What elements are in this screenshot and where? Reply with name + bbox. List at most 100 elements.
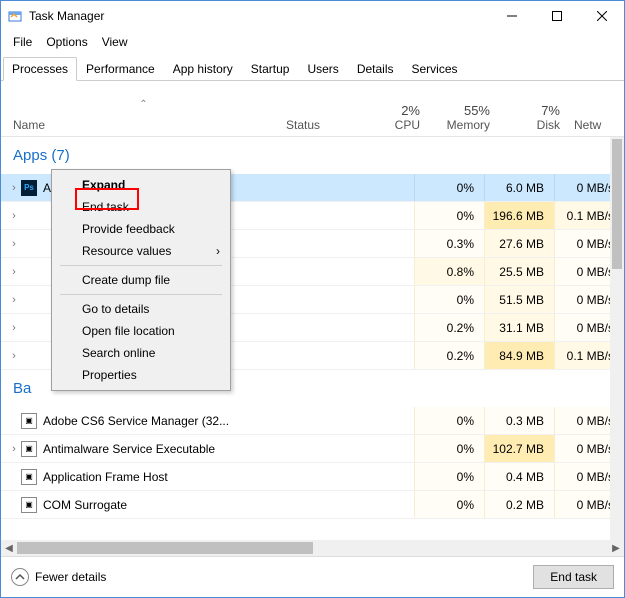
ctx-search-online[interactable]: Search online — [52, 342, 230, 364]
cell-mem: 84.9 MB — [484, 342, 554, 369]
column-headers: ⌃ Name Status 2%CPU 55%Memory 7%Disk Net… — [1, 81, 624, 137]
hscroll-thumb[interactable] — [17, 542, 313, 554]
end-task-button[interactable]: End task — [533, 565, 614, 589]
process-icon: ▣ — [21, 441, 37, 457]
process-icon: ▣ — [21, 469, 37, 485]
col-name[interactable]: ⌃ Name — [7, 95, 280, 136]
tab-users[interactable]: Users — [298, 57, 347, 80]
disk-label: Disk — [537, 118, 560, 132]
col-status[interactable]: Status — [280, 114, 360, 136]
process-name: Adobe CS6 Service Manager (32... — [43, 414, 414, 428]
cell-mem: 0.3 MB — [484, 407, 554, 434]
expand-chevron-icon[interactable]: › — [7, 443, 21, 455]
tab-processes[interactable]: Processes — [3, 57, 77, 81]
tab-startup[interactable]: Startup — [242, 57, 299, 80]
col-network[interactable]: Netw — [570, 114, 610, 136]
process-row[interactable]: ▣ Adobe CS6 Service Manager (32...0%0.3 M… — [1, 407, 624, 435]
cell-cpu: 0% — [414, 463, 484, 490]
cell-cpu: 0% — [414, 407, 484, 434]
maximize-button[interactable] — [534, 1, 579, 31]
cell-cpu: 0.2% — [414, 342, 484, 369]
footer: Fewer details End task — [1, 556, 624, 597]
menu-view[interactable]: View — [96, 33, 134, 51]
cell-cpu: 0% — [414, 202, 484, 229]
cell-mem: 27.6 MB — [484, 230, 554, 257]
cell-cpu: 0.8% — [414, 258, 484, 285]
cell-mem: 51.5 MB — [484, 286, 554, 313]
ctx-open-file-location[interactable]: Open file location — [52, 320, 230, 342]
ctx-end-task[interactable]: End task — [52, 196, 230, 218]
cell-mem: 0.4 MB — [484, 463, 554, 490]
minimize-button[interactable] — [489, 1, 534, 31]
process-row[interactable]: ▣Application Frame Host0%0.4 MB0 MB/s — [1, 463, 624, 491]
col-name-label: Name — [13, 118, 45, 132]
expand-chevron-icon[interactable]: › — [7, 294, 21, 306]
col-cpu[interactable]: 2%CPU — [360, 99, 430, 136]
process-row[interactable]: ›▣ Antimalware Service Executable0%102.7 … — [1, 435, 624, 463]
process-name: COM Surrogate — [43, 498, 414, 512]
cpu-label: CPU — [395, 118, 420, 132]
fewer-details-button[interactable]: Fewer details — [11, 568, 106, 586]
menu-file[interactable]: File — [7, 33, 38, 51]
cell-cpu: 0% — [414, 435, 484, 462]
scrollbar-thumb[interactable] — [612, 139, 622, 269]
cell-mem: 0.2 MB — [484, 491, 554, 518]
process-icon: ▣ — [21, 497, 37, 513]
titlebar: Task Manager — [1, 1, 624, 31]
cell-cpu: 0.3% — [414, 230, 484, 257]
tab-performance[interactable]: Performance — [77, 57, 164, 80]
process-row[interactable]: ▣COM Surrogate0%0.2 MB0 MB/s — [1, 491, 624, 519]
ctx-feedback[interactable]: Provide feedback — [52, 218, 230, 240]
cell-cpu: 0% — [414, 174, 484, 201]
tab-app-history[interactable]: App history — [164, 57, 242, 80]
process-icon: Ps — [21, 180, 37, 196]
menu-bar: File Options View — [1, 31, 624, 53]
expand-chevron-icon[interactable]: › — [7, 350, 21, 362]
ctx-separator — [60, 294, 222, 295]
vertical-scrollbar[interactable] — [610, 137, 624, 540]
cpu-pct: 2% — [364, 103, 420, 118]
ctx-create-dump[interactable]: Create dump file — [52, 269, 230, 291]
cell-mem: 102.7 MB — [484, 435, 554, 462]
menu-options[interactable]: Options — [40, 33, 93, 51]
process-icon: ▣ — [21, 413, 37, 429]
window-title: Task Manager — [29, 9, 489, 23]
task-manager-window: Task Manager File Options View Processes… — [0, 0, 625, 598]
ctx-separator — [60, 265, 222, 266]
expand-chevron-icon[interactable]: › — [7, 210, 21, 222]
fewer-details-label: Fewer details — [35, 570, 106, 584]
app-icon — [7, 8, 23, 24]
chevron-up-circle-icon — [11, 568, 29, 586]
ctx-properties[interactable]: Properties — [52, 364, 230, 386]
sort-chevron-icon: ⌃ — [13, 99, 274, 110]
mem-label: Memory — [447, 118, 490, 132]
expand-chevron-icon[interactable]: › — [7, 266, 21, 278]
context-menu: Expand End task Provide feedback Resourc… — [51, 169, 231, 391]
ctx-go-to-details[interactable]: Go to details — [52, 298, 230, 320]
col-memory[interactable]: 55%Memory — [430, 99, 500, 136]
col-disk[interactable]: 7%Disk — [500, 99, 570, 136]
process-name: Application Frame Host — [43, 470, 414, 484]
content-area: ⌃ Name Status 2%CPU 55%Memory 7%Disk Net… — [1, 81, 624, 556]
cell-cpu: 0% — [414, 491, 484, 518]
expand-chevron-icon[interactable]: › — [7, 322, 21, 334]
tab-details[interactable]: Details — [348, 57, 403, 80]
mem-pct: 55% — [434, 103, 490, 118]
close-button[interactable] — [579, 1, 624, 31]
ctx-expand[interactable]: Expand — [52, 174, 230, 196]
hscroll-right-icon[interactable]: ▶ — [608, 543, 624, 554]
tab-bar: Processes Performance App history Startu… — [1, 57, 624, 81]
expand-chevron-icon[interactable]: › — [7, 238, 21, 250]
expand-chevron-icon[interactable]: › — [7, 182, 21, 194]
cell-mem: 31.1 MB — [484, 314, 554, 341]
process-name: Antimalware Service Executable — [43, 442, 414, 456]
hscroll-left-icon[interactable]: ◀ — [1, 543, 17, 554]
cell-cpu: 0% — [414, 286, 484, 313]
tab-services[interactable]: Services — [403, 57, 467, 80]
cell-mem: 25.5 MB — [484, 258, 554, 285]
ctx-resource-values[interactable]: Resource values — [52, 240, 230, 262]
horizontal-scrollbar[interactable]: ◀ ▶ — [1, 540, 624, 556]
disk-pct: 7% — [504, 103, 560, 118]
process-list[interactable]: Apps (7) ›PsAdobe Photoshop CS60%6.0 MB0… — [1, 137, 624, 540]
cell-mem: 6.0 MB — [484, 174, 554, 201]
